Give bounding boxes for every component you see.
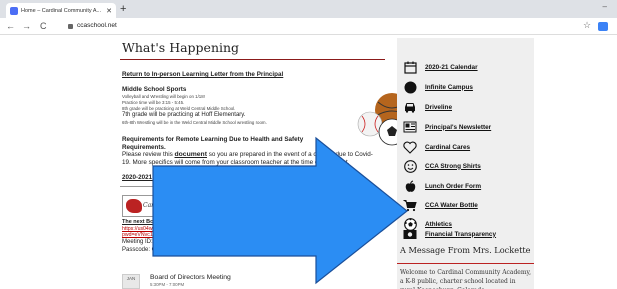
cardinal-bird-icon: [126, 199, 142, 213]
sidebar-item-driveline[interactable]: Driveline: [403, 100, 452, 114]
remote-heading: Requirements for Remote Learning Due to …: [122, 136, 304, 143]
sidebar-item-label: 2020-21 Calendar: [425, 63, 478, 71]
sidebar-item-newsletter[interactable]: Principal's Newsletter: [403, 120, 491, 134]
new-tab-button[interactable]: +: [120, 3, 126, 16]
sidebar-item-label: Financial Transparency: [425, 230, 497, 238]
sports-line: Practice time will be 3:15 - 5:45.: [122, 100, 185, 105]
sidebar-item-infinite-campus[interactable]: Infinite Campus: [403, 80, 473, 94]
reload-button[interactable]: C: [40, 20, 47, 32]
board-line: The next Board of Directo: [122, 219, 190, 225]
zoom-link-cont[interactable]: pwd=eVNvc1pmZWNFYm: [122, 232, 183, 238]
event-date-badge: JAN: [122, 274, 140, 289]
sports-line: 7th grade will be practicing at Hoff Ele…: [122, 112, 246, 118]
document-link[interactable]: document: [175, 151, 207, 158]
browser-tab-bar: Home – Cardinal Community A... ✕ + –: [0, 0, 617, 18]
bookmark-star-icon[interactable]: ☆: [583, 20, 591, 31]
sidebar-item-strong-shirts[interactable]: CCA Strong Shirts: [403, 159, 481, 173]
closures-link[interactable]: 2020-2021 School Closures Information: [122, 174, 240, 181]
sidebar-item-label: CCA Water Bottle: [425, 201, 478, 209]
letter-link[interactable]: Return to In-person Learning Letter from…: [122, 71, 283, 78]
back-button[interactable]: ←: [6, 20, 15, 32]
smiley-icon: [403, 159, 417, 173]
sidebar-item-label: Principal's Newsletter: [425, 123, 492, 131]
sidebar-item-label: Driveline: [425, 103, 452, 111]
browser-tab[interactable]: Home – Cardinal Community A... ✕: [6, 3, 116, 18]
passcode: Passcode: CCA0123: [122, 247, 178, 253]
sports-line: 6th-8th Wrestling will be in the Weld Ce…: [122, 120, 267, 125]
event-month: JAN: [126, 276, 136, 281]
tab-title: Home – Cardinal Community A...: [21, 7, 102, 14]
minimize-button[interactable]: –: [603, 2, 607, 11]
sidebar-item-calendar[interactable]: 2020-21 Calendar: [403, 60, 478, 74]
sports-line: Volleyball and Wrestling will begin on 1…: [122, 94, 205, 99]
sidebar-item-water-bottle[interactable]: CCA Water Bottle: [403, 198, 478, 212]
meeting-id: Meeting ID: 742 5294 5348: [122, 239, 195, 245]
cart-icon: [403, 198, 417, 212]
address-bar: ← → C ccaschool.net ☆: [0, 18, 617, 35]
event-title[interactable]: Board of Directors Meeting: [150, 274, 231, 281]
sidebar-item-financial-transparency[interactable]: Financial Transparency: [403, 227, 496, 241]
remote-text: Please review this document so you are p…: [122, 151, 373, 158]
circle-icon: [403, 80, 417, 94]
sidebar-item-lunch-order[interactable]: Lunch Order Form: [403, 179, 481, 193]
url-field[interactable]: ccaschool.net: [77, 22, 117, 29]
banner-script: Cardinal: [143, 202, 170, 209]
tab-close-icon[interactable]: ✕: [106, 7, 112, 15]
sidebar-item-label: Cardinal Cares: [425, 143, 471, 151]
sidebar: 2020-21 Calendar Infinite Campus Driveli…: [397, 38, 534, 289]
remote-heading-cont: Requirements.: [122, 144, 166, 151]
banner-bold: BO: [205, 199, 223, 213]
message-body: Welcome to Cardinal Community Academy, a…: [400, 269, 532, 289]
heart-icon: [403, 140, 417, 154]
favicon-icon: [10, 6, 18, 15]
sports-heading: Middle School Sports: [122, 86, 187, 93]
page-heading: What's Happening: [122, 40, 240, 55]
remote-text-cont: 19. More specifics will come from your c…: [122, 159, 350, 166]
lock-icon: [68, 24, 73, 29]
extension-icon[interactable]: [598, 22, 608, 31]
board-banner: Cardinal BO: [122, 195, 242, 217]
event-time: 5:30PM - 7:00PM: [150, 282, 185, 287]
sidebar-item-label: Lunch Order Form: [425, 182, 482, 190]
sports-line: 8th grade will be practicing at Weld Cen…: [122, 106, 236, 111]
main-content: What's Happening Return to In-person Lea…: [120, 38, 423, 289]
message-heading: A Message From Mrs. Lockette: [400, 245, 531, 255]
sidebar-item-cardinal-cares[interactable]: Cardinal Cares: [403, 140, 470, 154]
apple-icon: [403, 179, 417, 193]
heading-divider: [120, 59, 385, 60]
message-divider: [397, 263, 534, 264]
money-icon: [403, 227, 417, 241]
calendar-icon: [403, 60, 417, 74]
sidebar-item-label: CCA Strong Shirts: [425, 162, 481, 170]
sidebar-item-label: Infinite Campus: [425, 83, 473, 91]
forward-button[interactable]: →: [22, 20, 31, 32]
newspaper-icon: [403, 120, 417, 134]
car-icon: [403, 100, 417, 114]
section-divider: [120, 186, 238, 187]
